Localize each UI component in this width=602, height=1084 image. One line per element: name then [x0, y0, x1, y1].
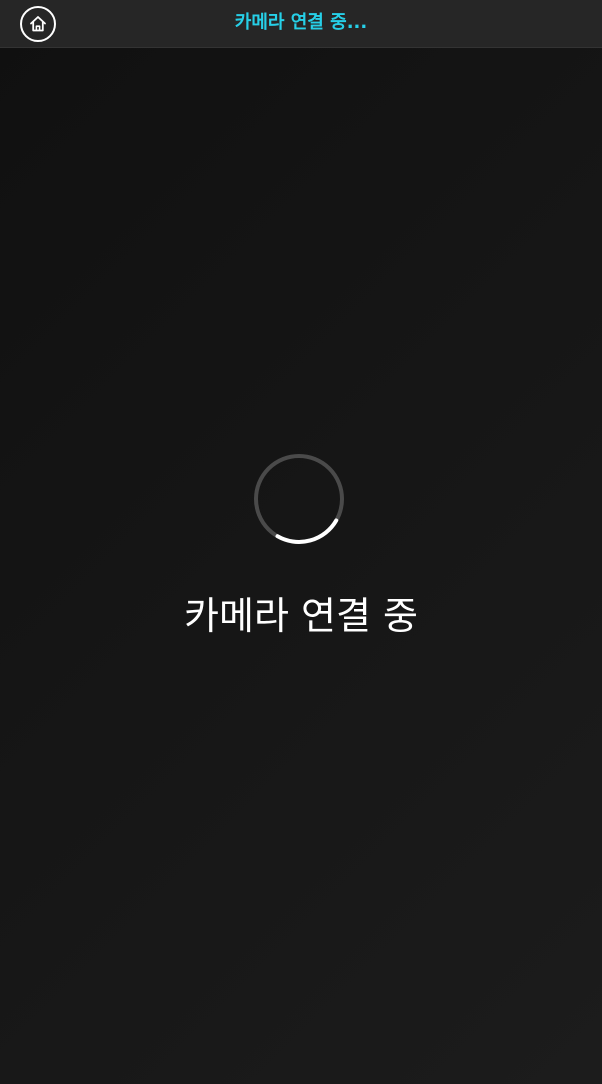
top-bar: 카메라 연결 중... [0, 0, 602, 48]
loading-spinner-icon [254, 454, 344, 544]
connection-status-text: 카메라 연결 중 [184, 594, 418, 638]
page-title: 카메라 연결 중... [234, 12, 368, 33]
camera-connecting-screen: 카메라 연결 중... 카메라 연결 중 [0, 0, 602, 1084]
